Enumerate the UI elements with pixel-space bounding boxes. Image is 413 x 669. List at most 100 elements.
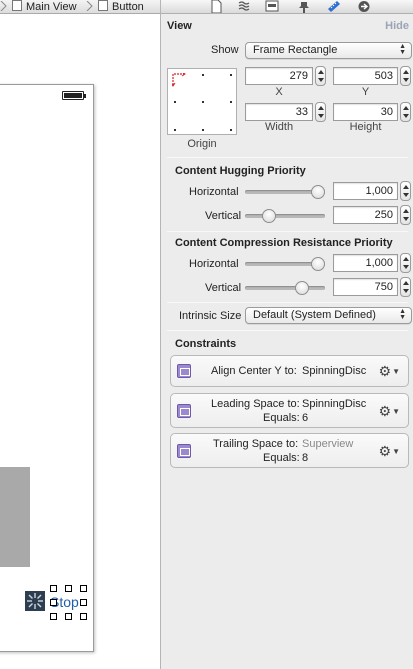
origin-label: Origin bbox=[187, 138, 217, 150]
origin-point[interactable] bbox=[202, 74, 204, 76]
constraint-target: SpinningDisc bbox=[302, 398, 367, 410]
hugging-vertical-slider[interactable] bbox=[245, 214, 325, 218]
hide-link[interactable]: Hide bbox=[385, 20, 409, 32]
spinning-disc-view[interactable] bbox=[0, 467, 30, 567]
attributes-icon[interactable] bbox=[297, 0, 311, 13]
chevron-right-icon bbox=[86, 1, 93, 11]
height-field[interactable]: 30 bbox=[333, 103, 398, 121]
resize-handle[interactable] bbox=[80, 585, 87, 592]
chevron-right-icon bbox=[0, 1, 7, 11]
identity-icon[interactable] bbox=[265, 0, 279, 13]
resize-handle[interactable] bbox=[65, 585, 72, 592]
constraint-equals-label: Equals: bbox=[263, 412, 300, 424]
hugging-horizontal-field[interactable]: 1,000 bbox=[333, 182, 398, 200]
width-field[interactable]: 33 bbox=[245, 103, 313, 121]
x-field[interactable]: 279 bbox=[245, 67, 313, 85]
hugging-section-title: Content Hugging Priority bbox=[175, 165, 306, 177]
hugging-vertical-field[interactable]: 250 bbox=[333, 206, 398, 224]
origin-point[interactable] bbox=[230, 101, 232, 103]
origin-marker-icon bbox=[172, 73, 186, 87]
document-icon bbox=[12, 0, 22, 11]
spinning-disc-icon[interactable] bbox=[25, 591, 45, 611]
constraint-constant: 8 bbox=[302, 452, 309, 464]
constraint-align-center-y[interactable]: Align Center Y to: SpinningDisc ⚙▼ bbox=[170, 355, 409, 387]
constraint-description: Align Center Y to: bbox=[211, 365, 297, 377]
popup-arrows-icon: ▲ ▼ bbox=[399, 308, 406, 321]
view-section-title: View bbox=[167, 20, 192, 32]
document-icon bbox=[98, 0, 108, 11]
show-popup-value: Frame Rectangle bbox=[253, 44, 338, 56]
constraint-description: Leading Space to: bbox=[211, 398, 300, 410]
constraint-equals-label: Equals: bbox=[263, 452, 300, 464]
breadcrumb-label: Button bbox=[112, 1, 144, 13]
resize-handle[interactable] bbox=[80, 613, 87, 620]
constraint-trailing-space[interactable]: Trailing Space to: Superview Equals: 8 ⚙… bbox=[170, 433, 409, 468]
divider bbox=[167, 157, 408, 158]
show-popup[interactable]: Frame Rectangle ▲ ▼ bbox=[245, 42, 412, 59]
size-icon[interactable] bbox=[327, 0, 341, 13]
compression-vertical-label: Vertical bbox=[205, 282, 242, 294]
width-stepper[interactable] bbox=[315, 102, 326, 122]
width-label: Width bbox=[264, 121, 294, 133]
compression-horizontal-field[interactable]: 1,000 bbox=[333, 254, 398, 272]
resize-handle[interactable] bbox=[50, 599, 57, 606]
compression-horizontal-slider-knob[interactable] bbox=[311, 257, 325, 271]
origin-point[interactable] bbox=[202, 129, 204, 131]
origin-point[interactable] bbox=[174, 129, 176, 131]
compression-vertical-slider-knob[interactable] bbox=[294, 281, 309, 295]
hugging-horizontal-stepper[interactable] bbox=[400, 181, 411, 201]
canvas-area: Main View Button Stop bbox=[0, 0, 160, 669]
y-field[interactable]: 503 bbox=[333, 67, 398, 85]
resize-handle[interactable] bbox=[50, 613, 57, 620]
constraint-target: Superview bbox=[302, 438, 354, 450]
popup-arrows-icon: ▲ ▼ bbox=[399, 43, 406, 56]
divider bbox=[167, 302, 408, 303]
hugging-vertical-slider-knob[interactable] bbox=[261, 209, 276, 223]
constraint-constant: 6 bbox=[302, 412, 309, 424]
gear-icon[interactable]: ⚙▼ bbox=[379, 403, 400, 420]
compression-vertical-field[interactable]: 750 bbox=[333, 278, 398, 296]
origin-selector[interactable] bbox=[167, 68, 237, 135]
compression-horizontal-stepper[interactable] bbox=[400, 253, 411, 273]
divider bbox=[167, 330, 408, 331]
y-stepper[interactable] bbox=[400, 66, 411, 86]
height-stepper[interactable] bbox=[400, 102, 411, 122]
size-inspector: View Hide Show Frame Rectangle ▲ ▼ Origin… bbox=[160, 0, 413, 669]
x-stepper[interactable] bbox=[315, 66, 326, 86]
origin-point[interactable] bbox=[174, 101, 176, 103]
origin-point[interactable] bbox=[202, 101, 204, 103]
connections-icon[interactable] bbox=[357, 0, 371, 13]
compression-vertical-slider[interactable] bbox=[245, 286, 325, 290]
constraint-icon bbox=[177, 364, 191, 378]
origin-point[interactable] bbox=[230, 129, 232, 131]
resize-handle[interactable] bbox=[80, 599, 87, 606]
help-icon[interactable] bbox=[237, 0, 251, 13]
compression-vertical-stepper[interactable] bbox=[400, 277, 411, 297]
hugging-vertical-stepper[interactable] bbox=[400, 205, 411, 225]
intrinsic-size-popup[interactable]: Default (System Defined) ▲ ▼ bbox=[245, 307, 412, 324]
gear-icon[interactable]: ⚙▼ bbox=[379, 363, 400, 380]
file-icon[interactable] bbox=[209, 0, 223, 13]
battery-icon bbox=[62, 91, 86, 100]
breadcrumb-item-main-view[interactable]: Main View bbox=[12, 0, 77, 13]
inspector-toolbar bbox=[161, 0, 413, 14]
gear-icon[interactable]: ⚙▼ bbox=[379, 443, 400, 460]
y-label: Y bbox=[361, 86, 370, 98]
constraint-target: SpinningDisc bbox=[302, 365, 367, 377]
hugging-horizontal-slider-knob[interactable] bbox=[311, 185, 325, 199]
constraint-icon bbox=[177, 404, 191, 418]
height-label: Height bbox=[349, 121, 382, 133]
x-label: X bbox=[275, 86, 283, 98]
compression-section-title: Content Compression Resistance Priority bbox=[175, 237, 393, 249]
constraint-leading-space[interactable]: Leading Space to: SpinningDisc Equals: 6… bbox=[170, 393, 409, 428]
constraint-icon bbox=[177, 444, 191, 458]
breadcrumb-item-button[interactable]: Button bbox=[98, 0, 144, 13]
resize-handle[interactable] bbox=[65, 613, 72, 620]
compression-horizontal-label: Horizontal bbox=[189, 258, 239, 270]
breadcrumb-label: Main View bbox=[26, 1, 77, 13]
resize-handle[interactable] bbox=[50, 585, 57, 592]
intrinsic-size-label: Intrinsic Size bbox=[179, 310, 242, 322]
breadcrumb: Main View Button bbox=[0, 0, 160, 14]
intrinsic-size-value: Default (System Defined) bbox=[253, 309, 376, 321]
origin-point[interactable] bbox=[230, 74, 232, 76]
